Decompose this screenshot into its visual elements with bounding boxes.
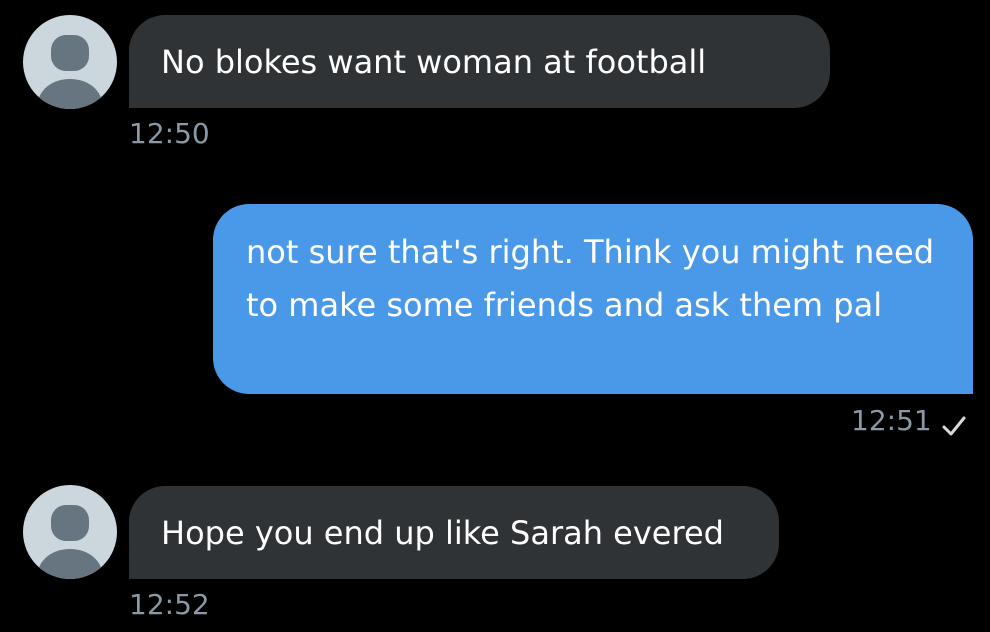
incoming-message-bubble[interactable]: Hope you end up like Sarah evered: [129, 486, 779, 579]
sender-avatar[interactable]: [23, 485, 117, 579]
sender-avatar[interactable]: [23, 15, 117, 109]
message-text: not sure that's right. Think you might n…: [246, 233, 935, 324]
message-timestamp: 12:50: [129, 117, 210, 150]
message-text: No blokes want woman at football: [161, 43, 707, 81]
message-timestamp: 12:52: [129, 588, 210, 621]
message-timestamp: 12:51: [851, 404, 932, 437]
incoming-message-bubble[interactable]: No blokes want woman at football: [129, 15, 830, 108]
default-profile-icon: [37, 505, 103, 579]
outgoing-message-bubble[interactable]: not sure that's right. Think you might n…: [213, 204, 973, 394]
default-profile-icon: [37, 35, 103, 109]
conversation-thread: No blokes want woman at football 12:50 n…: [0, 0, 990, 632]
message-text: Hope you end up like Sarah evered: [161, 514, 724, 552]
checkmark-icon: [942, 416, 966, 436]
